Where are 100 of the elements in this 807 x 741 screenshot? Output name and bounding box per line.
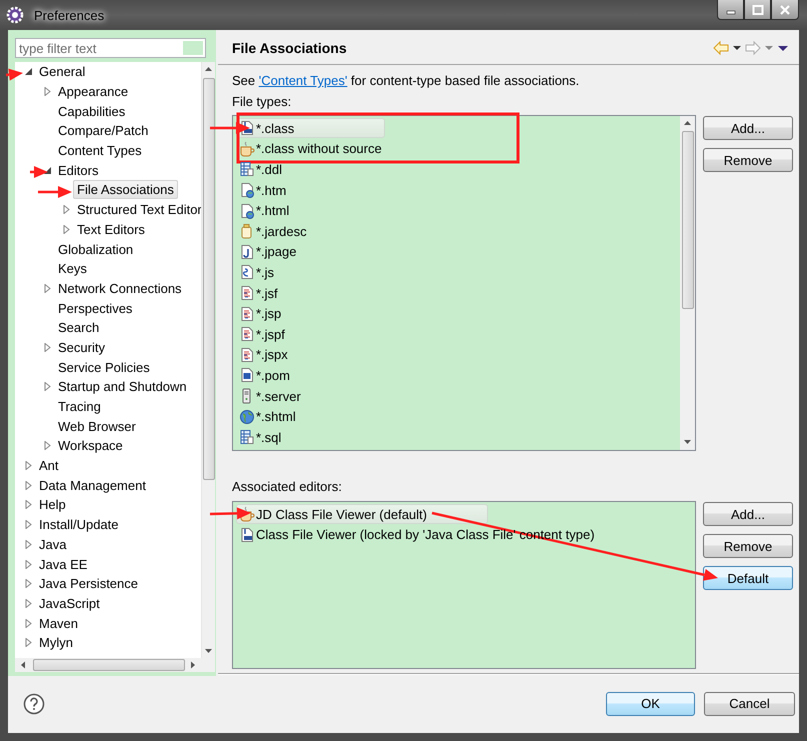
list-item[interactable]: *.html	[236, 200, 380, 221]
maximize-button[interactable]	[744, 0, 771, 20]
tree-item[interactable]: Network Connections	[54, 278, 186, 298]
expand-arrow-icon[interactable]	[43, 284, 52, 293]
table-file-icon	[239, 161, 255, 178]
tree-item[interactable]: Capabilities	[54, 102, 130, 121]
tree-item[interactable]: File Associations	[73, 180, 178, 200]
expand-arrow-icon[interactable]	[24, 461, 33, 470]
expand-arrow-icon[interactable]	[43, 87, 52, 96]
tree-item[interactable]: Content Types	[54, 141, 146, 160]
tree-item[interactable]: Data Management	[35, 476, 150, 495]
list-button[interactable]: Default	[703, 566, 793, 590]
tree-item[interactable]: Workspace	[54, 436, 127, 456]
tree-item[interactable]: Ant	[35, 456, 63, 476]
tree-item[interactable]: Java EE	[35, 554, 92, 574]
expand-arrow-icon[interactable]	[24, 500, 33, 510]
expand-arrow-icon[interactable]	[62, 224, 71, 234]
window-title: Preferences	[33, 8, 106, 22]
list-item[interactable]: *.shtml	[236, 406, 387, 427]
scrollbar-thumb[interactable]	[202, 78, 214, 480]
expand-arrow-icon[interactable]	[24, 480, 33, 490]
list-item[interactable]: *.class	[236, 118, 386, 138]
list-item[interactable]: *.js	[236, 262, 366, 282]
list-button[interactable]: Remove	[703, 148, 793, 172]
scrollbar-thumb[interactable]	[33, 659, 185, 671]
table-file-icon	[239, 429, 255, 446]
tree-item[interactable]: Install/Update	[35, 515, 122, 534]
collapse-arrow-icon[interactable]	[24, 67, 33, 76]
tree-item[interactable]: Web Browser	[54, 416, 140, 436]
section-label: Associated editors:	[232, 479, 343, 495]
web-file-icon	[239, 202, 255, 219]
web-file-icon	[239, 182, 255, 198]
tree-item[interactable]: Security	[54, 338, 109, 357]
annotation-arrow	[30, 166, 48, 178]
close-icon	[779, 4, 791, 14]
list-button[interactable]: Add...	[703, 116, 793, 140]
list-item[interactable]: *.jardesc	[236, 221, 398, 242]
tree-item[interactable]: Compare/Patch	[54, 121, 152, 140]
expand-arrow-icon[interactable]	[24, 618, 33, 628]
filter-field[interactable]: type filter text	[15, 38, 206, 58]
expand-arrow-icon[interactable]	[24, 598, 33, 608]
expand-arrow-icon[interactable]	[43, 342, 52, 352]
list-item[interactable]: *.jspx	[236, 344, 379, 365]
maven-file-icon	[239, 367, 255, 384]
list-item[interactable]: *.ddl	[236, 159, 374, 180]
tree-item[interactable]: Tracing	[54, 397, 105, 416]
gear-icon	[6, 6, 24, 24]
list-item[interactable]: *.sql	[236, 427, 372, 448]
tree-item[interactable]: Text Editors	[73, 220, 149, 239]
expand-arrow-icon[interactable]	[24, 579, 33, 588]
expand-arrow-icon[interactable]	[24, 540, 33, 549]
tree-item[interactable]: Editors	[54, 160, 102, 180]
tree-item[interactable]: Mylyn	[35, 633, 77, 652]
list-button[interactable]: Add...	[703, 502, 793, 526]
vertical-scrollbar[interactable]	[680, 116, 695, 450]
list-item[interactable]: *.jsp	[236, 304, 372, 324]
vertical-scrollbar[interactable]	[201, 62, 215, 658]
tree-item[interactable]: Perspectives	[54, 298, 136, 318]
list-item[interactable]: *.server	[236, 386, 392, 406]
tree-item[interactable]: JavaScript	[35, 594, 104, 613]
expand-arrow-icon[interactable]	[43, 441, 52, 450]
list-button[interactable]: Remove	[703, 534, 793, 558]
list-item[interactable]: *.class without source	[236, 138, 473, 159]
info-text: See 'Content Types' for content-type based file associations.	[232, 72, 580, 89]
tree-item[interactable]: Java Persistence	[35, 574, 142, 594]
tree-item[interactable]: Service Policies	[54, 358, 154, 377]
list-item[interactable]: *.htm	[236, 180, 378, 200]
tree-item[interactable]: General	[35, 62, 90, 82]
scrollbar-thumb[interactable]	[682, 131, 694, 309]
script-file-icon	[239, 264, 255, 280]
annotation-arrow	[210, 507, 251, 520]
tree-item[interactable]: Maven	[35, 614, 82, 633]
list-item[interactable]: JD Class File Viewer (default)	[236, 504, 488, 524]
annotation-arrow	[38, 186, 72, 198]
close-button[interactable]	[771, 0, 799, 20]
tree-item[interactable]: Search	[54, 318, 104, 338]
text-file-icon	[239, 306, 255, 322]
horizontal-scrollbar[interactable]	[15, 658, 201, 672]
text-file-icon	[239, 285, 255, 302]
list-item[interactable]: *.pom	[236, 365, 381, 386]
tree-item[interactable]: Startup and Shutdown	[54, 377, 191, 396]
dialog-button[interactable]: Cancel	[704, 692, 795, 716]
expand-arrow-icon[interactable]	[24, 560, 33, 569]
tree-item[interactable]: Appearance	[54, 82, 132, 102]
expand-arrow-icon[interactable]	[62, 205, 71, 214]
tree-item[interactable]: Java	[35, 534, 70, 554]
tree-item[interactable]: Help	[35, 495, 70, 514]
list-item[interactable]: *.jpage	[236, 242, 388, 262]
tree-item[interactable]: Keys	[54, 259, 91, 278]
coffee-cup-icon	[239, 140, 255, 157]
minimize-button[interactable]	[717, 0, 744, 20]
tree-item[interactable]: Globalization	[54, 240, 138, 259]
help-icon[interactable]	[23, 692, 45, 714]
expand-arrow-icon[interactable]	[24, 638, 33, 648]
expand-arrow-icon[interactable]	[43, 382, 52, 392]
dialog-button[interactable]: OK	[606, 692, 695, 716]
list-item[interactable]: *.jsf	[236, 283, 369, 304]
expand-arrow-icon[interactable]	[24, 520, 33, 530]
content-types-link[interactable]: 'Content Types'	[258, 73, 348, 88]
list-item[interactable]: *.jspf	[236, 324, 376, 344]
